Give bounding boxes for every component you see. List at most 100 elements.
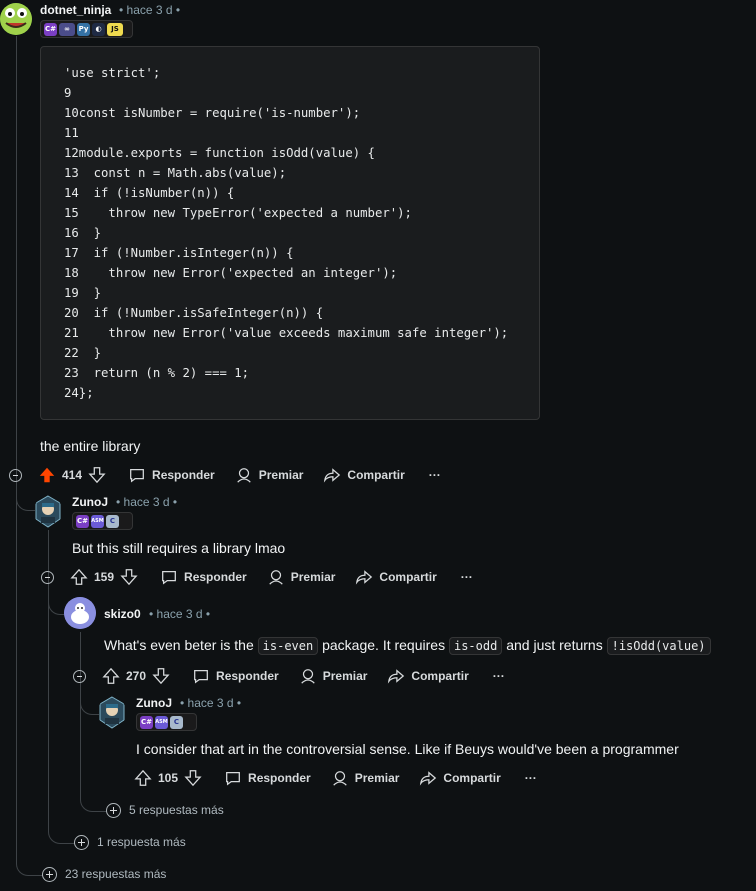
python-flair-icon: Py: [77, 22, 90, 36]
code-line: 15 throw new TypeError('expected a numbe…: [64, 206, 412, 220]
comment-actions: 270 Responder Premiar Compartir ···: [102, 665, 525, 687]
award-icon: [268, 570, 283, 585]
reply-button[interactable]: Responder: [192, 667, 279, 685]
comment-actions: 105 Responder Premiar Compartir ···: [134, 767, 557, 789]
user-flair: C# ASM C: [72, 512, 133, 530]
comment-icon: [226, 771, 240, 786]
more-options-button[interactable]: ···: [461, 570, 473, 584]
downvote-icon[interactable]: [184, 769, 202, 787]
code-line: 'use strict';: [64, 66, 161, 80]
timestamp: • hace 3 d •: [116, 495, 178, 509]
timestamp: • hace 3 d •: [180, 696, 242, 710]
vote-count: 414: [62, 468, 83, 482]
thread-curve-c3: [80, 690, 99, 715]
avatar[interactable]: [64, 597, 96, 629]
more-replies-link[interactable]: 5 respuestas más: [129, 803, 224, 817]
comment-text-part: package. It requires: [322, 637, 446, 653]
share-label: Compartir: [411, 669, 469, 683]
vote-group: 270: [102, 667, 170, 685]
username[interactable]: dotnet_ninja: [40, 3, 111, 17]
reply-label: Responder: [216, 669, 279, 683]
expand-icon[interactable]: [74, 835, 89, 850]
code-line: 16 }: [64, 226, 102, 240]
username[interactable]: ZunoJ: [136, 696, 172, 710]
code-line: 23 return (n % 2) === 1;: [64, 366, 250, 380]
upvote-icon[interactable]: [134, 769, 152, 787]
code-line: 12module.exports = function isOdd(value)…: [64, 146, 375, 160]
reply-button[interactable]: Responder: [160, 568, 247, 586]
reply-button[interactable]: Responder: [224, 769, 311, 787]
inline-code: !isOdd(value): [606, 637, 711, 655]
vote-count: 159: [94, 570, 115, 584]
collapse-button[interactable]: [9, 469, 22, 482]
upvote-icon[interactable]: [38, 466, 56, 484]
user-flair: C# ∞ Py ◐ JS: [40, 20, 133, 38]
collapse-button[interactable]: [73, 670, 86, 683]
avatar[interactable]: [34, 495, 62, 528]
share-icon: [388, 669, 405, 684]
share-button[interactable]: Compartir: [323, 466, 405, 484]
comment-text: the entire library: [40, 438, 141, 454]
timestamp: • hace 3 d •: [119, 3, 181, 17]
thread-line-c2: [80, 632, 81, 798]
more-replies-link[interactable]: 23 respuestas más: [65, 867, 166, 881]
share-button[interactable]: Compartir: [355, 568, 437, 586]
award-icon: [300, 669, 315, 684]
comment-text-part: and just returns: [506, 637, 603, 653]
share-icon: [356, 570, 373, 585]
share-icon: [420, 771, 437, 786]
comment-icon: [130, 468, 144, 483]
upvote-icon[interactable]: [102, 667, 120, 685]
asm-flair-icon: ASM: [155, 715, 168, 729]
upvote-icon[interactable]: [70, 568, 88, 586]
expand-icon[interactable]: [106, 803, 121, 818]
reply-button[interactable]: Responder: [128, 466, 215, 484]
js-flair-icon: JS: [107, 22, 123, 36]
vote-count: 270: [126, 669, 147, 683]
code-line: 10const isNumber = require('is-number');: [64, 106, 361, 120]
award-button[interactable]: Premiar: [299, 667, 368, 685]
collapse-button[interactable]: [41, 571, 54, 584]
code-line: 19 }: [64, 286, 102, 300]
thread-curve-c1: [16, 488, 35, 511]
share-label: Compartir: [443, 771, 501, 785]
share-label: Compartir: [379, 570, 437, 584]
avatar[interactable]: [98, 696, 126, 729]
username[interactable]: skizo0: [104, 607, 141, 621]
code-block: 'use strict'; 9 10const isNumber = require…: [40, 46, 540, 420]
vote-group: 105: [134, 769, 202, 787]
award-button[interactable]: Premiar: [267, 568, 335, 586]
share-button[interactable]: Compartir: [387, 667, 469, 685]
downvote-icon[interactable]: [88, 466, 106, 484]
more-options-icon: ···: [524, 771, 537, 785]
award-button[interactable]: Premiar: [235, 466, 303, 484]
more-options-button[interactable]: ···: [525, 771, 537, 785]
code-line: 17 if (!Number.isInteger(n)) {: [64, 246, 294, 260]
reply-label: Responder: [184, 570, 247, 584]
thread-line-root: [16, 36, 17, 861]
downvote-icon[interactable]: [120, 568, 138, 586]
thread-curve-more5: [80, 790, 107, 812]
code-line: 13 const n = Math.abs(value);: [64, 166, 287, 180]
code-line: 18 throw new Error('expected an integer'…: [64, 266, 398, 280]
award-label: Premiar: [322, 669, 368, 683]
more-options-icon: ···: [492, 669, 505, 683]
expand-icon[interactable]: [42, 867, 57, 882]
downvote-icon[interactable]: [152, 667, 170, 685]
vote-group: 159: [70, 568, 138, 586]
username[interactable]: ZunoJ: [72, 495, 108, 509]
comment-icon: [194, 669, 208, 684]
more-options-icon: ···: [428, 468, 441, 482]
thread-curve-more1: [48, 820, 75, 844]
more-options-button[interactable]: ···: [429, 468, 441, 482]
avatar[interactable]: [0, 3, 32, 35]
comment-text: I consider that art in the controversial…: [136, 741, 679, 757]
circle-flair-icon: ◐: [92, 22, 105, 36]
timestamp: • hace 3 d •: [149, 607, 211, 621]
share-button[interactable]: Compartir: [419, 769, 501, 787]
vote-count: 105: [158, 771, 179, 785]
more-replies-link[interactable]: 1 respuesta más: [97, 835, 186, 849]
more-options-button[interactable]: ···: [493, 669, 505, 683]
csharp-flair-icon: C#: [140, 715, 153, 729]
award-button[interactable]: Premiar: [331, 769, 399, 787]
